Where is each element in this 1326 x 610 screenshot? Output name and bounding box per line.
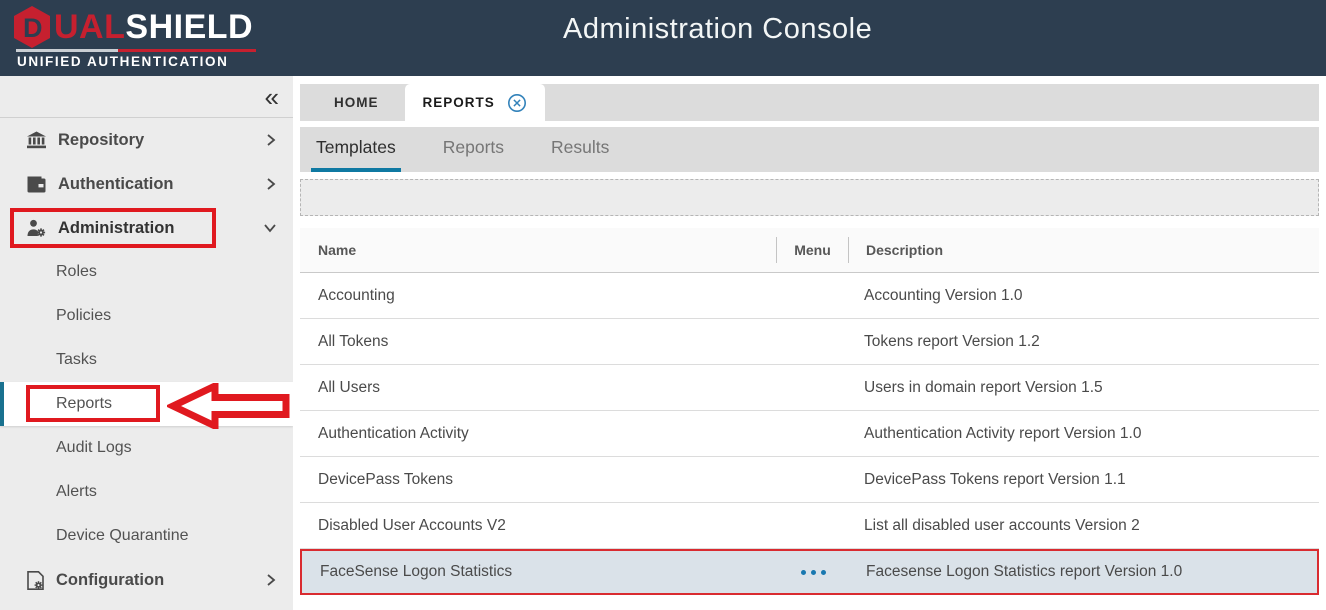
table-row[interactable]: Authentication Activity Authentication A… (300, 411, 1319, 457)
sidebar-nav: Repository Authentication Administration (0, 118, 293, 602)
column-header-name[interactable]: Name (300, 242, 776, 258)
subtab-results[interactable]: Results (546, 127, 614, 172)
sidebar-item-alerts[interactable]: Alerts (0, 470, 293, 514)
logo-underline (16, 49, 256, 52)
svg-text:D: D (23, 13, 43, 43)
dualshield-logo: D UALSHIELD UNIFIED AUTHENTICATION (12, 5, 256, 69)
file-gear-icon (27, 571, 44, 590)
sidebar-item-label: Repository (58, 131, 144, 150)
wallet-icon (27, 176, 46, 193)
chevron-right-icon (265, 177, 277, 191)
column-header-menu[interactable]: Menu (777, 242, 848, 258)
table-row[interactable]: All Users Users in domain report Version… (300, 365, 1319, 411)
sidebar-item-label: Authentication (58, 175, 174, 194)
table-row[interactable]: All Tokens Tokens report Version 1.2 (300, 319, 1319, 365)
sidebar-item-configuration[interactable]: Configuration (0, 558, 293, 602)
tab-bar: HOME REPORTS (300, 84, 1319, 121)
sidebar-collapse-button[interactable]: « (265, 82, 279, 112)
sidebar: « Repository Authentication (0, 76, 293, 610)
sidebar-item-label: Administration (58, 219, 174, 238)
table-row[interactable]: Disabled User Accounts V2 List all disab… (300, 503, 1319, 549)
subtab-bar: Templates Reports Results (300, 127, 1319, 172)
app-header: D UALSHIELD UNIFIED AUTHENTICATION Admin… (0, 0, 1326, 76)
ellipsis-menu-icon[interactable] (801, 570, 826, 575)
table-row[interactable]: Accounting Accounting Version 1.0 (300, 273, 1319, 319)
table-header-row: Name Menu Description (300, 228, 1319, 273)
chevron-right-icon (265, 133, 277, 147)
logo-tagline: UNIFIED AUTHENTICATION (17, 54, 256, 69)
bank-icon (27, 131, 46, 149)
brand-wordmark: UALSHIELD (54, 8, 253, 47)
user-gear-icon (27, 219, 46, 237)
chevron-down-icon (263, 222, 277, 234)
annotation-arrow-left-icon (167, 383, 293, 429)
column-header-description[interactable]: Description (849, 242, 1319, 258)
page-title: Administration Console (563, 13, 872, 46)
sidebar-item-device-quarantine[interactable]: Device Quarantine (0, 514, 293, 558)
sidebar-item-audit-logs[interactable]: Audit Logs (0, 426, 293, 470)
tab-home[interactable]: HOME (308, 84, 405, 121)
sidebar-item-reports[interactable]: Reports (0, 382, 293, 426)
table-row[interactable]: DevicePass Tokens DevicePass Tokens repo… (300, 457, 1319, 503)
empty-toolbar-dropzone (300, 179, 1319, 216)
sidebar-item-policies[interactable]: Policies (0, 294, 293, 338)
sidebar-item-authentication[interactable]: Authentication (0, 162, 293, 206)
sidebar-item-tasks[interactable]: Tasks (0, 338, 293, 382)
sidebar-item-roles[interactable]: Roles (0, 250, 293, 294)
subtab-reports[interactable]: Reports (438, 127, 509, 172)
main-content: HOME REPORTS Templates Reports Results N… (293, 76, 1326, 610)
table-row-selected[interactable]: FaceSense Logon Statistics Facesense Log… (300, 549, 1319, 595)
report-templates-table: Name Menu Description Accounting Account… (300, 228, 1319, 595)
close-tab-icon[interactable] (507, 93, 527, 113)
shield-logo-icon: D (12, 5, 52, 49)
chevron-right-icon (265, 573, 277, 587)
tab-reports[interactable]: REPORTS (405, 84, 545, 121)
sidebar-item-repository[interactable]: Repository (0, 118, 293, 162)
sidebar-item-label: Configuration (56, 571, 164, 590)
sidebar-item-administration[interactable]: Administration (0, 206, 293, 250)
subtab-templates[interactable]: Templates (311, 127, 401, 172)
